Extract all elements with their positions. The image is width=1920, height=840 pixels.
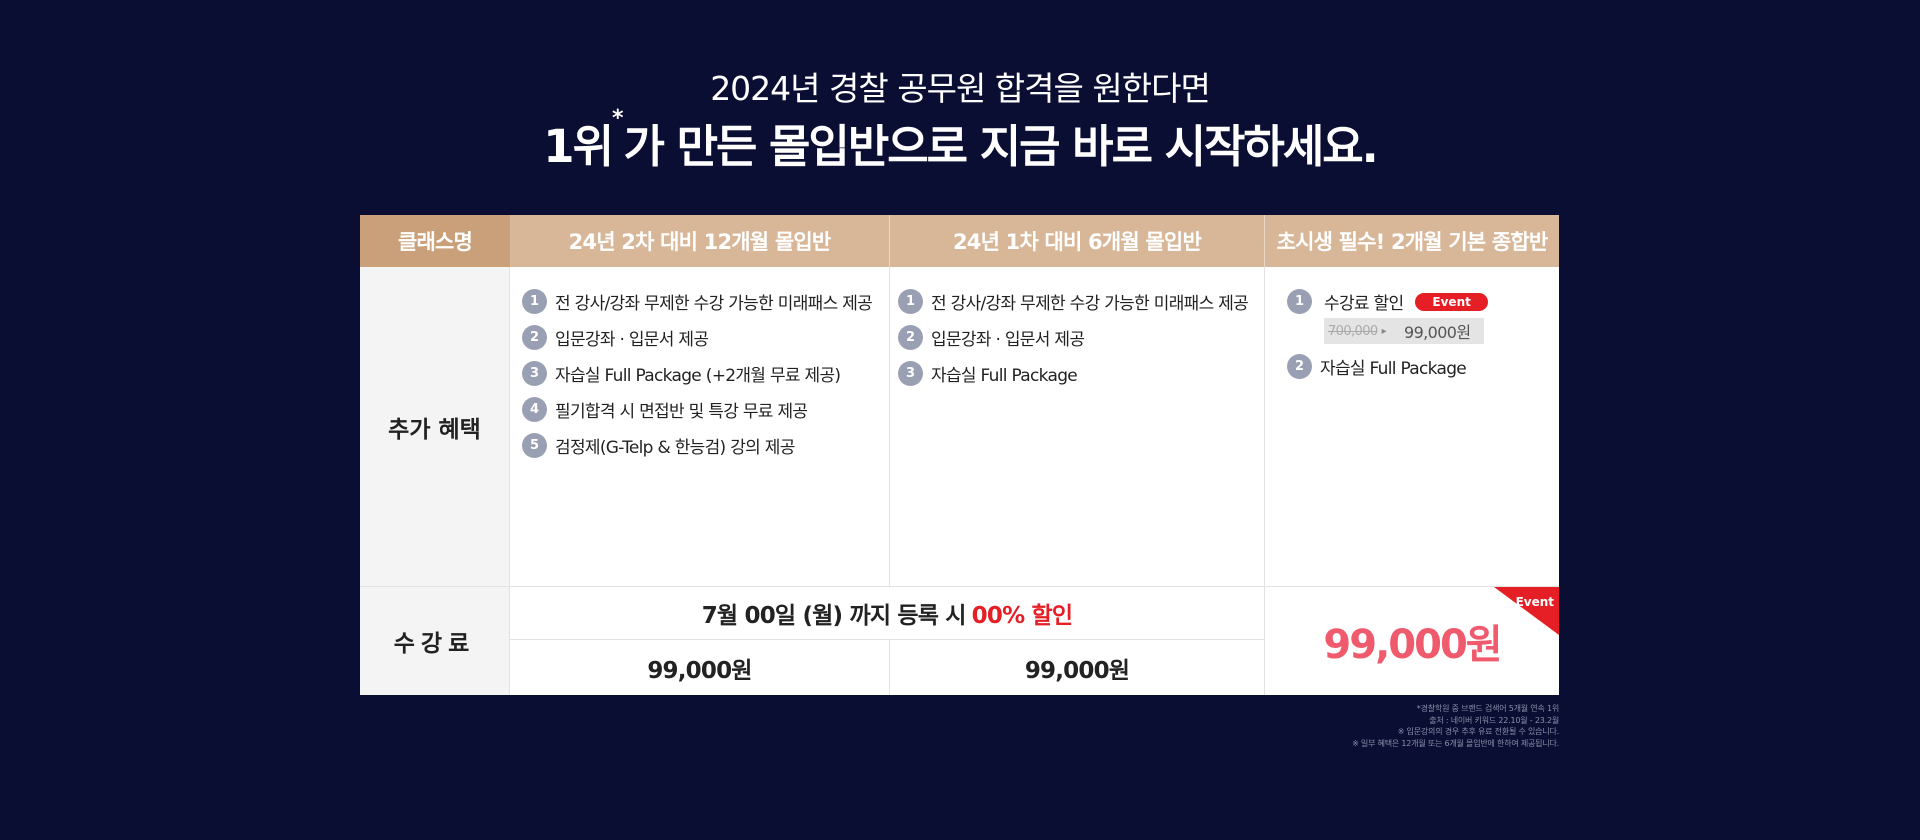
benefits-6month: 1 전 강사/강좌 무제한 수강 가능한 미래패스 제공 2 입문강좌 · 입문서 … [890,267,1265,586]
benefit-item: 2 입문강좌 · 입문서 제공 [898,324,1264,350]
header-2month-class: 초시생 필수! 2개월 기본 종합반 [1265,215,1559,267]
promo-discount: 00% 할인 [971,603,1073,629]
benefit-text: 전 강사/강좌 무제한 수강 가능한 미래패스 제공 [555,293,873,314]
benefit-item: 2 입문강좌 · 입문서 제공 [522,324,889,350]
number-badge: 1 [898,288,923,314]
discount-body: 수강료 할인 Event 700,000 ▸ 99,000원 [1320,289,1488,344]
fee-2month-cell: 99,000원 Event [1265,586,1559,695]
benefit-text: 자습실 Full Package [1320,358,1467,379]
footnotes: *경찰학원 중 브랜드 검색어 5개월 연속 1위 출처 : 네이버 키워드 2… [1352,703,1559,749]
number-badge: 1 [522,288,547,314]
header-6month-class: 24년 1차 대비 6개월 몰입반 [890,215,1265,267]
benefit-text: 필기합격 시 면접반 및 특강 무료 제공 [555,401,808,422]
discount-top: 수강료 할인 Event [1324,289,1488,314]
class-comparison-table: 클래스명 24년 2차 대비 12개월 몰입반 24년 1차 대비 6개월 몰입… [360,215,1559,695]
benefit-item: 4 필기합격 시 면접반 및 특강 무료 제공 [522,396,889,422]
headline-rank: 1위 [543,120,614,173]
header-12month-class: 24년 2차 대비 12개월 몰입반 [510,215,890,267]
footnote: ※ 입문강의의 경우 추후 유료 전환될 수 있습니다. [1397,727,1559,736]
number-badge: 1 [1287,289,1312,314]
number-badge: 3 [522,360,547,386]
footnote: 출처 : 네이버 키워드 22.10월 - 23.2월 [1429,715,1559,725]
fee-row-label: 수강료 [360,586,510,695]
discount-text: 수강료 할인 [1324,294,1404,314]
benefit-text: 자습실 Full Package (+2개월 무료 제공) [555,365,841,386]
benefit-text: 입문강좌 · 입문서 제공 [555,329,709,350]
event-badge: Event [1415,292,1488,311]
number-badge: 2 [898,324,923,350]
event-corner-label: Event [1515,595,1554,609]
fee-2month: 99,000원 [1323,622,1502,668]
arrow-right-icon: ▸ [1381,325,1387,337]
original-price: 700,000 [1328,323,1378,339]
discounted-price: 99,000원 [1403,323,1471,342]
benefits-2month: 1 수강료 할인 Event 700,000 ▸ 99,000원 2 자습실 Fu… [1265,267,1559,586]
headline-rest: 가 만든 몰입반으로 지금 바로 시작하세요. [623,120,1379,173]
header-class-name: 클래스명 [360,215,510,267]
discount-item: 1 수강료 할인 Event 700,000 ▸ 99,000원 [1287,289,1559,344]
fee-6month: 99,000원 [890,640,1265,695]
footnote: *경찰학원 중 브랜드 검색어 5개월 연속 1위 [1416,704,1559,713]
number-badge: 2 [522,324,547,350]
benefits-12month: 1 전 강사/강좌 무제한 수강 가능한 미래패스 제공 2 입문강좌 · 입문서 … [510,267,890,586]
number-badge: 2 [1287,353,1312,379]
headline-asterisk: * [611,106,623,131]
number-badge: 3 [898,360,923,386]
promo-text: 7월 00일 (월) 까지 등록 시 [701,603,967,629]
benefit-text: 자습실 Full Package [931,365,1078,386]
promo-banner: 7월 00일 (월) 까지 등록 시 00% 할인 [510,586,1265,640]
headline-subtitle: 2024년 경찰 공무원 합격을 원한다면 [710,69,1211,108]
benefit-item: 3 자습실 Full Package (+2개월 무료 제공) [522,360,889,386]
benefit-text: 입문강좌 · 입문서 제공 [931,329,1085,350]
benefit-text: 검정제(G-Telp & 한능검) 강의 제공 [555,437,795,458]
benefit-item: 2 자습실 Full Package [1287,353,1559,379]
benefit-item: 1 전 강사/강좌 무제한 수강 가능한 미래패스 제공 [898,288,1264,314]
number-badge: 4 [522,396,547,422]
benefit-item: 5 검정제(G-Telp & 한능검) 강의 제공 [522,432,889,458]
footnote: ※ 일부 혜택은 12개월 또는 6개월 몰입반에 한하여 제공됩니다. [1352,738,1559,748]
discount-price-row: 700,000 ▸ 99,000원 [1324,318,1484,344]
benefit-item: 3 자습실 Full Package [898,360,1264,386]
benefit-row-label: 추가 혜택 [360,267,510,586]
headline-title: 1위*가 만든 몰입반으로 지금 바로 시작하세요. [0,106,1920,175]
benefit-text: 전 강사/강좌 무제한 수강 가능한 미래패스 제공 [931,293,1249,314]
benefit-item: 1 전 강사/강좌 무제한 수강 가능한 미래패스 제공 [522,288,889,314]
number-badge: 5 [522,432,547,458]
fee-12month: 99,000원 [510,640,890,695]
